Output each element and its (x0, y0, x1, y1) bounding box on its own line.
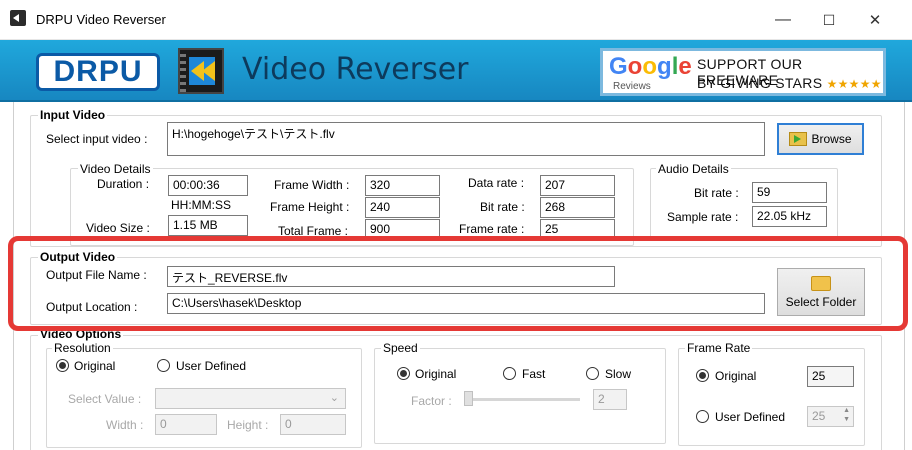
speed-original-label[interactable]: Original (415, 367, 456, 381)
resolution-user-defined-label[interactable]: User Defined (176, 359, 246, 373)
reverser-logo-icon (178, 48, 224, 94)
frame-rate-label: Frame rate : (459, 222, 525, 236)
video-bit-rate-label: Bit rate : (480, 200, 525, 214)
browse-button[interactable]: Browse (777, 123, 864, 155)
title-bar: DRPU Video Reverser — ☐ ✕ (0, 0, 912, 40)
data-rate-field: 207 (540, 175, 615, 196)
audio-details-legend: Audio Details (656, 162, 731, 176)
sample-rate-field: 22.05 kHz (752, 206, 827, 227)
spinner-down-icon[interactable]: ▼ (843, 416, 850, 423)
frame-rate-original-field: 25 (807, 366, 854, 387)
select-value-label: Select Value : (68, 392, 142, 406)
google-reviews-label: Reviews (613, 81, 651, 92)
frame-rate-original-radio[interactable] (696, 369, 709, 382)
factor-slider-track[interactable] (466, 398, 580, 401)
drpu-logo: DRPU (36, 53, 160, 91)
duration-label: Duration : (97, 177, 150, 191)
support-text-line2: BY GIVING STARS ★★★★★ (697, 75, 882, 91)
height-label: Height : (227, 418, 269, 432)
width-field[interactable]: 0 (155, 414, 217, 435)
select-input-label: Select input video : (46, 132, 148, 146)
factor-field[interactable]: 2 (593, 389, 627, 410)
video-bit-rate-field: 268 (540, 197, 615, 218)
banner-title: Video Reverser (242, 52, 469, 87)
app-icon (10, 10, 26, 26)
video-size-field: 1.15 MB (168, 215, 248, 236)
width-label: Width : (106, 418, 144, 432)
input-video-legend: Input Video (38, 108, 108, 122)
resolution-legend: Resolution (52, 341, 113, 355)
spinner-up-icon[interactable]: ▲ (843, 407, 850, 414)
frame-height-field: 240 (365, 197, 440, 218)
google-logo: Google (609, 53, 692, 80)
audio-details-group (650, 168, 838, 240)
data-rate-label: Data rate : (468, 176, 525, 190)
resolution-user-defined-radio[interactable] (157, 359, 170, 372)
frame-width-field: 320 (365, 175, 440, 196)
height-field[interactable]: 0 (280, 414, 346, 435)
frame-rate-legend: Frame Rate (685, 341, 753, 355)
video-details-legend: Video Details (78, 162, 153, 176)
audio-bit-rate-field: 59 (752, 182, 827, 203)
frame-rate-user-defined-radio[interactable] (696, 410, 709, 423)
chevron-down-icon: ⌄ (329, 392, 339, 404)
output-video-highlight (8, 236, 908, 331)
frame-height-label: Frame Height : (270, 200, 350, 214)
frame-rate-user-value: 25 (812, 409, 826, 423)
stars-icon: ★★★★★ (826, 77, 882, 91)
duration-field: 00:00:36 (168, 175, 248, 196)
banner: DRPU Video Reverser Google Reviews SUPPO… (0, 40, 912, 102)
browse-label: Browse (811, 132, 852, 146)
resolution-original-radio[interactable] (56, 359, 69, 372)
support-text-line2-label: BY GIVING STARS (697, 75, 823, 91)
close-button[interactable]: ✕ (852, 0, 898, 40)
minimize-button[interactable]: — (760, 0, 806, 40)
speed-legend: Speed (381, 341, 420, 355)
frame-rate-original-label[interactable]: Original (715, 369, 756, 383)
frame-rate-group (678, 348, 865, 446)
window-title: DRPU Video Reverser (36, 12, 166, 27)
sample-rate-label: Sample rate : (667, 210, 739, 224)
speed-fast-label[interactable]: Fast (522, 367, 545, 381)
frame-rate-user-spinner[interactable]: 25 ▲ ▼ (807, 406, 854, 427)
duration-format-hint: HH:MM:SS (171, 198, 231, 212)
video-size-label: Video Size : (86, 221, 150, 235)
speed-original-radio[interactable] (397, 367, 410, 380)
resolution-original-label[interactable]: Original (74, 359, 115, 373)
browse-icon (789, 132, 808, 146)
google-review-banner[interactable]: Google Reviews SUPPORT OUR FREEWARE BY G… (600, 48, 886, 96)
frame-rate-user-defined-label[interactable]: User Defined (715, 410, 785, 424)
speed-slow-radio[interactable] (586, 367, 599, 380)
speed-fast-radio[interactable] (503, 367, 516, 380)
factor-slider-handle[interactable] (464, 391, 473, 406)
input-video-path[interactable]: H:\hogehoge\テスト\テスト.flv (167, 122, 765, 156)
frame-width-label: Frame Width : (274, 178, 350, 192)
select-value-dropdown[interactable]: ⌄ (155, 388, 346, 409)
maximize-button[interactable]: ☐ (806, 0, 852, 40)
factor-label: Factor : (411, 394, 452, 408)
audio-bit-rate-label: Bit rate : (694, 186, 739, 200)
speed-slow-label[interactable]: Slow (605, 367, 631, 381)
